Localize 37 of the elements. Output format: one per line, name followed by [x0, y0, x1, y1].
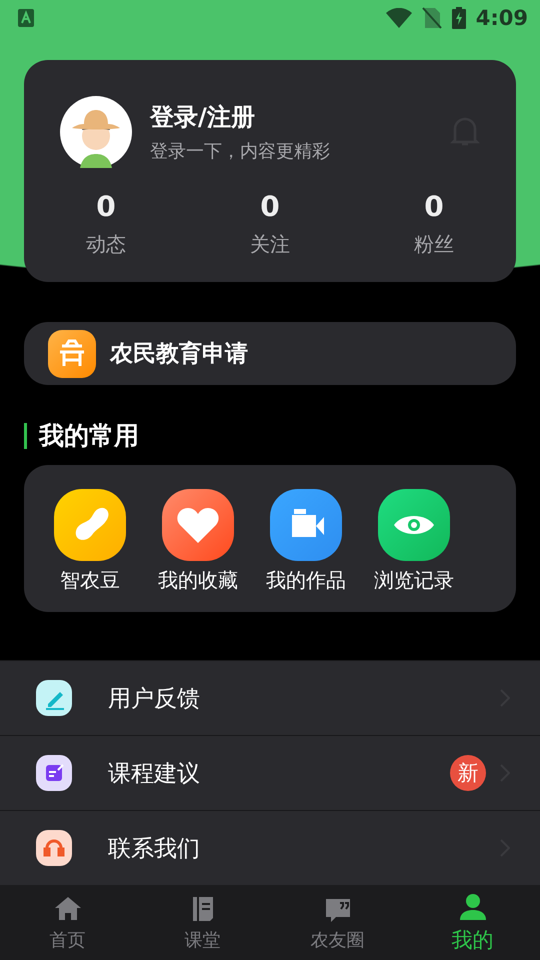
education-card[interactable]: 农民教育申请 [24, 322, 516, 385]
tab[interactable]: 首页 [0, 885, 135, 960]
shortcut-label[interactable]: 浏览记录 [374, 567, 454, 594]
stat-value: 0 [96, 190, 116, 223]
note-icon [36, 755, 72, 791]
login-title[interactable]: 登录/注册 [150, 101, 432, 133]
tab[interactable]: 农友圈 [270, 885, 405, 960]
menu-item[interactable]: 联系我们 [0, 810, 540, 885]
stat-value: 0 [424, 190, 444, 223]
no-sim-icon [422, 7, 442, 29]
login-subtitle: 登录一下，内容更精彩 [150, 140, 331, 163]
tab[interactable]: 课堂 [135, 885, 270, 960]
headset-icon [36, 830, 72, 866]
stat-label[interactable]: 粉丝 [414, 231, 454, 258]
stat-value: 0 [260, 190, 280, 223]
battery-icon [452, 7, 466, 29]
eye-icon [378, 489, 450, 561]
avatar[interactable] [60, 96, 132, 168]
education-label: 农民教育申请 [110, 340, 248, 369]
bean-icon [54, 489, 126, 561]
new-badge: 新 [450, 755, 486, 791]
wifi-icon [386, 8, 412, 28]
menu-item[interactable]: 用户反馈 [0, 660, 540, 735]
gate-icon [48, 330, 96, 378]
shortcut-label[interactable]: 智农豆 [60, 567, 120, 594]
stat-label[interactable]: 关注 [250, 231, 290, 258]
shortcut-label[interactable]: 我的收藏 [158, 567, 238, 594]
pencil-icon [36, 680, 72, 716]
stat-label[interactable]: 动态 [86, 231, 126, 258]
video-icon [270, 489, 342, 561]
section-title: 我的常用 [24, 423, 139, 449]
clock-time: 4:09 [476, 6, 528, 30]
shortcut-label[interactable]: 我的作品 [266, 567, 346, 594]
tab[interactable]: 我的 [405, 885, 540, 960]
notification-icon [18, 9, 34, 27]
user-icon [458, 892, 488, 922]
menu-item[interactable]: 课程建议 新 [0, 735, 540, 810]
